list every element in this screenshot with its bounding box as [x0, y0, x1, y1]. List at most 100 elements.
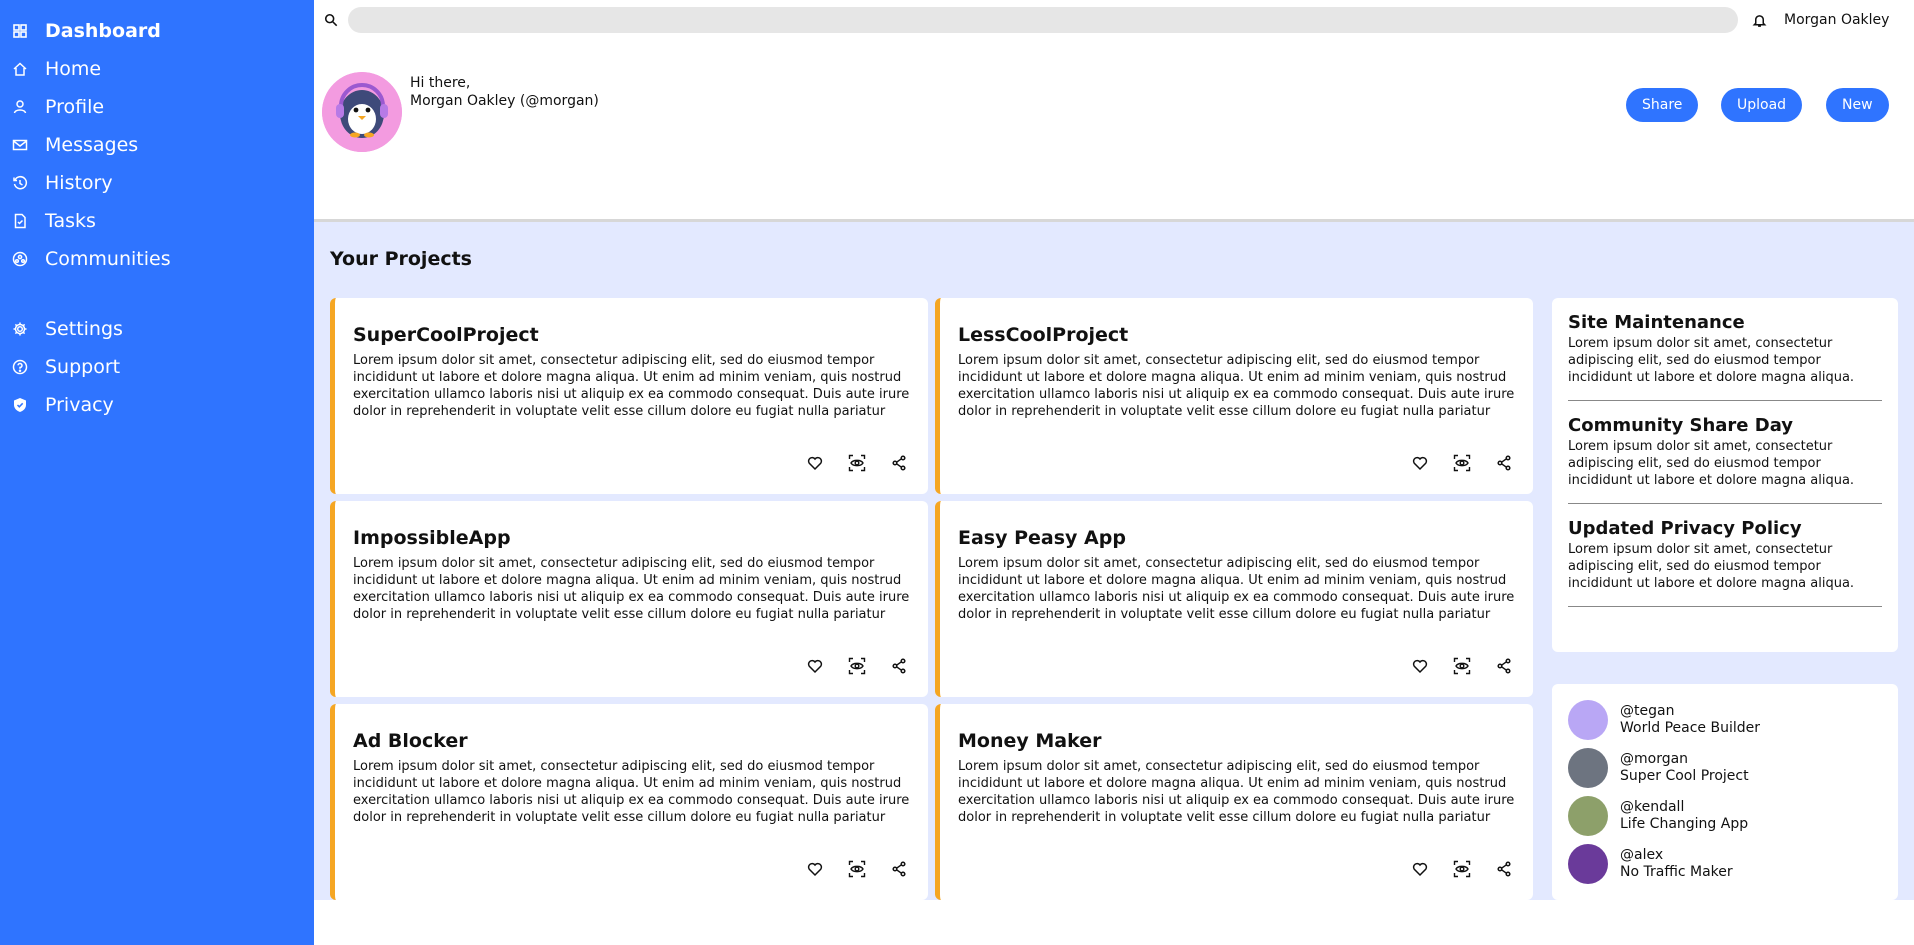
sidebar-item-profile[interactable]: Profile [0, 88, 314, 126]
sidebar-item-label: Communities [45, 248, 171, 270]
share-icon[interactable] [1493, 858, 1515, 880]
heart-icon[interactable] [1409, 858, 1431, 880]
trending-item[interactable]: @kendall Life Changing App [1568, 792, 1882, 840]
share-icon[interactable] [888, 858, 910, 880]
announcement-item[interactable]: Site Maintenance Lorem ipsum dolor sit a… [1568, 312, 1882, 401]
watch-icon[interactable] [1451, 858, 1473, 880]
project-title: Money Maker [958, 730, 1102, 752]
sidebar-item-label: History [45, 172, 113, 194]
sidebar-item-label: Privacy [45, 394, 114, 416]
bell-icon[interactable] [1750, 11, 1768, 29]
watch-icon[interactable] [846, 858, 868, 880]
new-button[interactable]: New [1826, 88, 1889, 122]
avatar [1568, 844, 1608, 884]
sidebar-item-messages[interactable]: Messages [0, 126, 314, 164]
card-actions [804, 858, 910, 880]
trending-project: Life Changing App [1620, 816, 1749, 832]
trending-item[interactable]: @tegan World Peace Builder [1568, 696, 1882, 744]
sidebar-item-home[interactable]: Home [0, 50, 314, 88]
trending-item[interactable]: @alex No Traffic Maker [1568, 840, 1882, 888]
watch-icon[interactable] [1451, 452, 1473, 474]
project-description: Lorem ipsum dolor sit amet, consectetur … [353, 556, 910, 622]
watch-icon[interactable] [846, 452, 868, 474]
main-content: Your Projects SuperCoolProject Lorem ips… [314, 222, 1914, 900]
sidebar-item-label: Support [45, 356, 121, 378]
search-icon[interactable] [322, 11, 340, 29]
trending-panel: @tegan World Peace Builder @morgan Super… [1552, 684, 1898, 900]
search-input[interactable] [348, 7, 1738, 33]
project-description: Lorem ipsum dolor sit amet, consectetur … [353, 759, 910, 825]
announcement-item[interactable]: Community Share Day Lorem ipsum dolor si… [1568, 415, 1882, 504]
card-actions [1409, 452, 1515, 474]
help-icon [12, 359, 28, 375]
project-title: Ad Blocker [353, 730, 468, 752]
project-description: Lorem ipsum dolor sit amet, consectetur … [958, 759, 1515, 825]
heart-icon[interactable] [804, 655, 826, 677]
greeting-line: Hi there, [410, 75, 471, 91]
heart-icon[interactable] [804, 858, 826, 880]
trending-project: No Traffic Maker [1620, 864, 1733, 880]
project-card[interactable]: Ad Blocker Lorem ipsum dolor sit amet, c… [330, 704, 928, 900]
project-card[interactable]: SuperCoolProject Lorem ipsum dolor sit a… [330, 298, 928, 494]
announcement-title: Updated Privacy Policy [1568, 518, 1802, 539]
watch-icon[interactable] [846, 655, 868, 677]
mail-icon [12, 137, 28, 153]
announcement-body: Lorem ipsum dolor sit amet, consectetur … [1568, 439, 1855, 488]
trending-project: Super Cool Project [1620, 768, 1749, 784]
avatar[interactable] [322, 72, 402, 152]
sidebar-item-label: Settings [45, 318, 123, 340]
project-card[interactable]: ImpossibleApp Lorem ipsum dolor sit amet… [330, 501, 928, 697]
shield-icon [12, 397, 28, 413]
user-icon [12, 99, 28, 115]
home-icon [12, 61, 28, 77]
trending-project: World Peace Builder [1620, 720, 1760, 736]
sidebar-item-settings[interactable]: Settings [0, 310, 314, 348]
announcement-item[interactable]: Updated Privacy Policy Lorem ipsum dolor… [1568, 518, 1882, 607]
sidebar-item-tasks[interactable]: Tasks [0, 202, 314, 240]
sidebar-item-support[interactable]: Support [0, 348, 314, 386]
announcement-body: Lorem ipsum dolor sit amet, consectetur … [1568, 336, 1855, 385]
share-icon[interactable] [1493, 452, 1515, 474]
announcement-title: Site Maintenance [1568, 312, 1745, 333]
share-icon[interactable] [888, 452, 910, 474]
sidebar-item-dashboard[interactable]: Dashboard [0, 12, 314, 50]
avatar [1568, 700, 1608, 740]
trending-handle: @kendall [1620, 799, 1685, 815]
header-user-name[interactable]: Morgan Oakley [1784, 12, 1889, 28]
avatar [1568, 796, 1608, 836]
trending-item[interactable]: @morgan Super Cool Project [1568, 744, 1882, 792]
history-icon [12, 175, 28, 191]
projects-title: Your Projects [330, 248, 472, 270]
heart-icon[interactable] [1409, 452, 1431, 474]
heart-icon[interactable] [1409, 655, 1431, 677]
greeting-user: Morgan Oakley (@morgan) [410, 93, 599, 109]
card-actions [1409, 655, 1515, 677]
project-description: Lorem ipsum dolor sit amet, consectetur … [353, 353, 910, 419]
share-icon[interactable] [1493, 655, 1515, 677]
sidebar-item-privacy[interactable]: Privacy [0, 386, 314, 424]
grid-icon [12, 23, 28, 39]
project-card[interactable]: Money Maker Lorem ipsum dolor sit amet, … [935, 704, 1533, 900]
announcement-body: Lorem ipsum dolor sit amet, consectetur … [1568, 542, 1855, 591]
sidebar: Dashboard Home Profile Messages History … [0, 0, 314, 945]
project-card[interactable]: Easy Peasy App Lorem ipsum dolor sit ame… [935, 501, 1533, 697]
project-description: Lorem ipsum dolor sit amet, consectetur … [958, 556, 1515, 622]
project-card[interactable]: LessCoolProject Lorem ipsum dolor sit am… [935, 298, 1533, 494]
share-icon[interactable] [888, 655, 910, 677]
watch-icon[interactable] [1451, 655, 1473, 677]
sidebar-item-communities[interactable]: Communities [0, 240, 314, 278]
share-button[interactable]: Share [1626, 88, 1699, 122]
sidebar-item-history[interactable]: History [0, 164, 314, 202]
sidebar-item-label: Tasks [45, 210, 96, 232]
sidebar-item-label: Messages [45, 134, 139, 156]
trending-handle: @tegan [1620, 703, 1675, 719]
document-icon [12, 213, 28, 229]
heart-icon[interactable] [804, 452, 826, 474]
sidebar-item-label: Profile [45, 96, 105, 118]
sidebar-brand-label: Dashboard [45, 20, 161, 42]
card-actions [1409, 858, 1515, 880]
project-title: LessCoolProject [958, 324, 1129, 346]
upload-button[interactable]: Upload [1721, 88, 1803, 122]
trending-handle: @alex [1620, 847, 1664, 863]
